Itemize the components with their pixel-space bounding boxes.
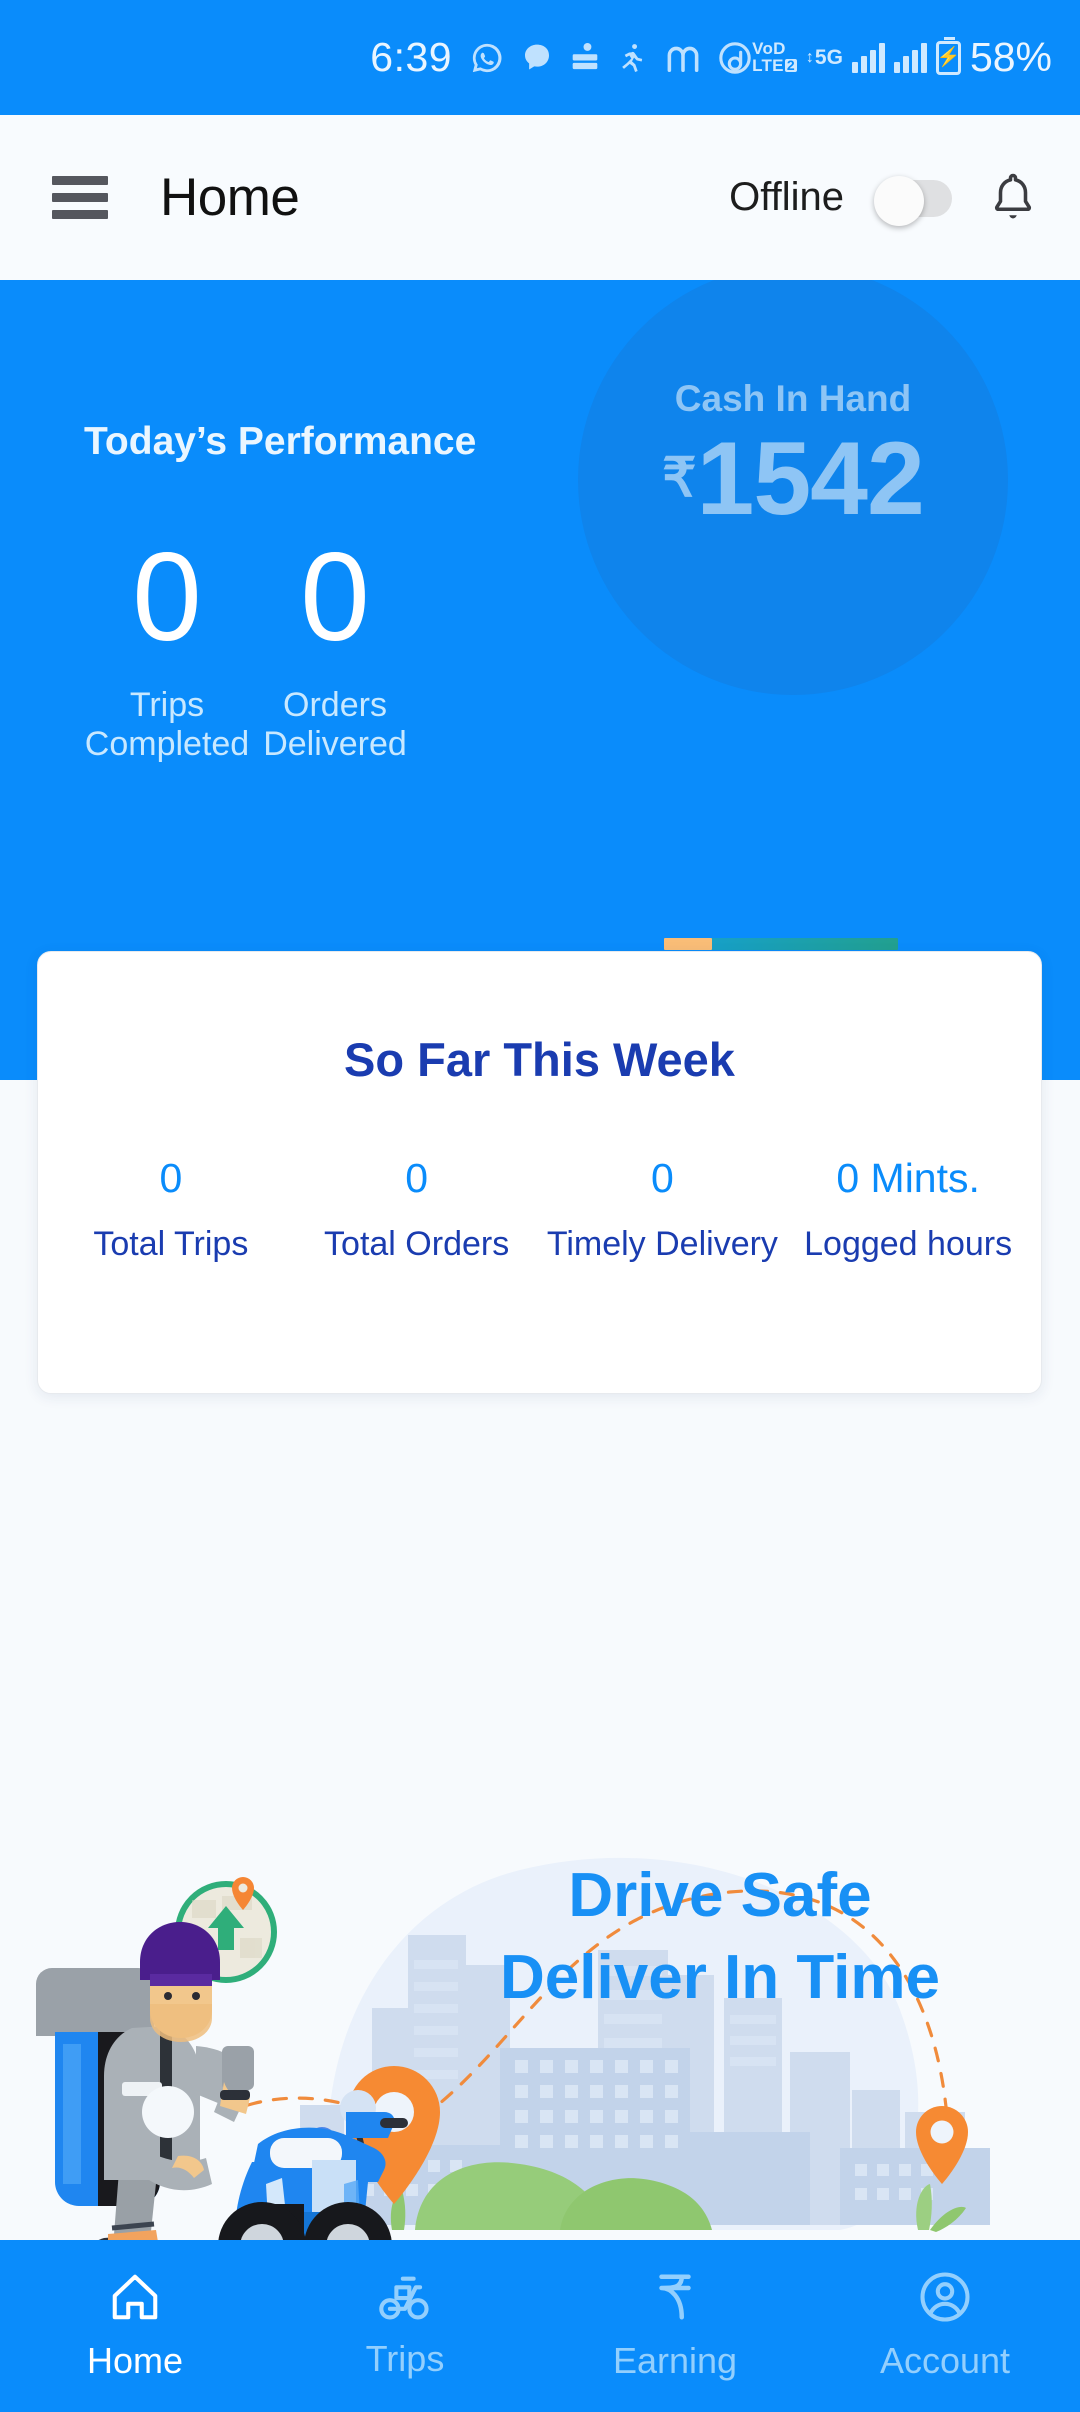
nav-item-trips[interactable]: Trips	[270, 2272, 540, 2380]
so-far-this-week-card: So Far This Week 0 Total Trips 0 Total O…	[37, 951, 1042, 1394]
cash-in-hand-title: Cash In Hand	[674, 378, 912, 419]
status-bar-notification-icons	[470, 41, 752, 75]
nav-label-home: Home	[86, 2340, 184, 2381]
running-person-icon	[617, 41, 648, 74]
slogan-text: Drive Safe Deliver In Time	[370, 1855, 1070, 2019]
rupee-icon	[651, 2270, 699, 2324]
data-arrows-icon: ↕	[805, 48, 814, 66]
total-orders-label: Total Orders	[324, 1225, 510, 1263]
online-toggle-switch[interactable]	[874, 175, 952, 226]
week-stat-total-trips: 0 Total Trips	[48, 1155, 294, 1265]
cash-progress-fill	[664, 938, 712, 950]
signal-bars-sim1-icon	[851, 42, 885, 73]
sim-number: 2	[784, 56, 797, 73]
app-bar-actions: Offline	[729, 169, 1040, 227]
toggle-knob	[874, 175, 924, 226]
app-bar: Home Offline	[0, 115, 1080, 280]
slogan-line-1: Drive Safe	[568, 1861, 872, 1930]
signal-bars-sim2-icon	[893, 42, 927, 73]
scooter-icon	[377, 2272, 433, 2322]
volte-label-bottom: LTE 2	[752, 55, 797, 75]
timely-delivery-value: 0	[650, 1155, 674, 1201]
total-trips-label: Total Trips	[93, 1225, 249, 1263]
total-trips-value: 0	[159, 1155, 183, 1201]
nav-item-home[interactable]: Home	[0, 2270, 270, 2382]
stat-orders-delivered: 0 Orders Delivered	[205, 535, 465, 764]
nav-label-account: Account	[879, 2340, 1011, 2381]
chat-bubble-icon	[521, 42, 553, 74]
rupee-symbol: ₹	[662, 448, 697, 508]
week-card-title: So Far This Week	[344, 1033, 735, 1086]
nav-item-account[interactable]: Account	[810, 2270, 1080, 2382]
bottom-navigation-bar: Home Trips Earning Account	[0, 2240, 1080, 2412]
nav-item-earning[interactable]: Earning	[540, 2270, 810, 2382]
logged-hours-label: Logged hours	[804, 1225, 1013, 1263]
whatsapp-icon	[470, 41, 504, 75]
orders-delivered-value: 0	[300, 528, 370, 667]
slogan-line-2: Deliver In Time	[500, 1942, 940, 2012]
timely-delivery-label: Timely Delivery	[546, 1225, 778, 1263]
week-stats-row: 0 Total Trips 0 Total Orders 0 Timely De…	[38, 1155, 1041, 1265]
hamburger-menu-icon[interactable]	[52, 168, 108, 227]
total-orders-value: 0	[405, 1155, 429, 1201]
bell-icon[interactable]	[986, 169, 1040, 227]
network-generation-label: 5G	[814, 45, 843, 69]
battery-charging-icon: ⚡	[935, 36, 961, 75]
week-stat-total-orders: 0 Total Orders	[294, 1155, 540, 1265]
orders-delivered-label: Orders Delivered	[263, 686, 407, 764]
status-bar-clock: 6:39	[370, 34, 453, 80]
page-title: Home	[160, 168, 300, 227]
home-icon	[108, 2270, 162, 2324]
network-generation-indicator: ↕ 5G	[806, 46, 843, 70]
status-bar-center: 6:39	[370, 34, 752, 81]
online-status-label: Offline	[729, 175, 844, 219]
promotional-illustration: Drive Safe Deliver In Time	[0, 1760, 1080, 2260]
m-letter-icon	[665, 43, 701, 73]
divya-bhaskar-icon	[570, 42, 600, 74]
cash-progress-bar	[664, 938, 898, 950]
account-person-icon	[918, 2270, 972, 2324]
cash-amount-value: 1542	[696, 421, 925, 537]
today-performance-title: Today’s Performance	[84, 420, 477, 463]
volte-indicator: VoD LTE 2	[752, 40, 797, 75]
week-stat-logged-hours: 0 Mints. Logged hours	[785, 1155, 1031, 1265]
cash-in-hand-amount: ₹1542	[578, 420, 1008, 539]
status-bar-system-icons: VoD LTE 2 ↕ 5G ⚡ 58%	[752, 34, 1052, 81]
spiral-icon	[718, 41, 752, 75]
nav-label-earning: Earning	[612, 2340, 738, 2381]
nav-label-trips: Trips	[365, 2338, 445, 2379]
logged-hours-value: 0 Mints.	[836, 1155, 980, 1201]
battery-percent-label: 58%	[969, 34, 1052, 80]
week-stat-timely-delivery: 0 Timely Delivery	[540, 1155, 786, 1265]
status-bar: 6:39 VoD LTE 2 ↕ 5G ⚡ 58%	[0, 0, 1080, 115]
